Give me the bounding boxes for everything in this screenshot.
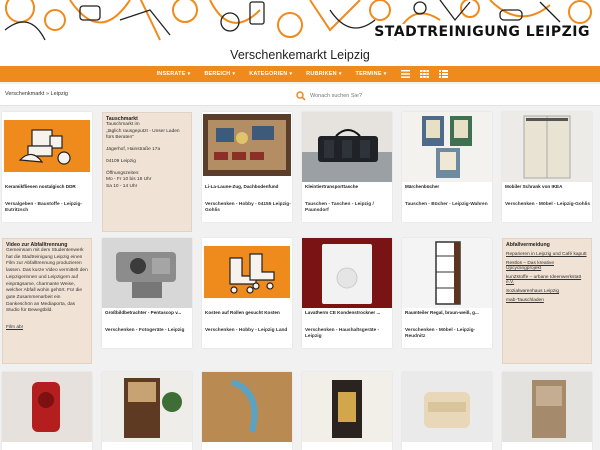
listing-meta: Verschenken - Haushaltsgeräte - Leipzig xyxy=(305,328,380,340)
link-kunzstoffe[interactable]: kunZstoffe – urbane Ideenwerkstatt e.V. xyxy=(506,275,588,285)
listing-image xyxy=(2,112,92,182)
breadcrumb-row: Verschenkmarkt » Leipzig xyxy=(0,84,600,106)
listing-image xyxy=(302,112,392,182)
listing-image xyxy=(102,372,192,442)
nav-label: INSERATE xyxy=(156,71,186,77)
brand-logo-text[interactable]: STADTREINIGUNG LEIPZIG xyxy=(372,24,592,40)
tauschmarkt-text: fürs Beraten" xyxy=(106,135,134,141)
listing-card[interactable]: Lavatherm CE Kondenstrockner ... Versche… xyxy=(302,238,392,348)
link-reparieren[interactable]: Reparieren in Leipzig und Café kaputt xyxy=(506,252,588,257)
listing-image xyxy=(402,112,492,182)
search-box xyxy=(296,89,600,102)
listing-image xyxy=(402,238,492,308)
listing-title: Li-La-Laune-Zug, Dachbodenfund xyxy=(205,184,279,189)
listing-image xyxy=(202,238,292,308)
nav-label: KATEGORIEN xyxy=(249,71,288,77)
caret-down-icon: ▾ xyxy=(289,71,293,77)
caret-down-icon: ▾ xyxy=(232,71,236,77)
listing-card[interactable] xyxy=(502,372,592,450)
listing-meta: Verschenken - Hobby - 04155 Leipzig-Gohl… xyxy=(205,202,291,214)
listing-image xyxy=(2,372,92,442)
listing-image xyxy=(402,372,492,442)
nav-item-bereich[interactable]: BEREICH ▾ xyxy=(199,71,240,77)
link-restlos[interactable]: Restlos – Das kreative Upcyclingprojekt xyxy=(506,261,588,271)
tauschmarkt-address: Jägerhof, Hainstraße 17a xyxy=(106,147,161,153)
caret-down-icon: ▾ xyxy=(338,71,342,77)
nav-label: BEREICH xyxy=(204,71,231,77)
link-mab-tauschladen[interactable]: mab-Tauschladen xyxy=(506,298,588,303)
listing-title: Lavatherm CE Kondenstrockner ... xyxy=(305,310,381,315)
listing-image xyxy=(502,112,592,182)
tauschmarkt-hours: Mo - Fr 10 bis 18 Uhr xyxy=(106,177,152,183)
listing-meta: Tauschen - Bücher - Leipzig-Wahren xyxy=(405,202,488,207)
listing-card[interactable] xyxy=(102,372,192,450)
grid-view-icon[interactable] xyxy=(420,70,430,78)
listing-card[interactable]: Mobiler Schrank von IKEA Verschenken - M… xyxy=(502,112,592,222)
listing-image xyxy=(202,112,292,182)
listing-card[interactable]: Li-La-Laune-Zug, Dachbodenfund Verschenk… xyxy=(202,112,292,222)
tauschmarkt-city: 04109 Leipzig xyxy=(106,158,136,164)
listing-card[interactable] xyxy=(2,372,92,450)
nav-item-rubriken[interactable]: RUBRIKEN ▾ xyxy=(301,71,346,77)
listing-image xyxy=(302,238,392,308)
nav-item-kategorien[interactable]: KATEGORIEN ▾ xyxy=(244,71,297,77)
video-box: Video zur Abfalltrennung Gemeinsam mit d… xyxy=(2,238,92,364)
listing-image xyxy=(202,372,292,442)
listing-card[interactable]: Kosten auf Rollen gesucht Kosten Versche… xyxy=(202,238,292,348)
listing-image xyxy=(102,238,192,308)
listing-card[interactable]: Kleintiertransporttasche Tauschen - Tasc… xyxy=(302,112,392,222)
listing-title: Kosten auf Rollen gesucht Kosten xyxy=(205,310,280,315)
tauschmarkt-text: Tauschmarkt im xyxy=(106,122,140,127)
tauschmarkt-box: Tauschmarkt Tauschmarkt im „täglich raus… xyxy=(102,112,192,232)
site-title-bar: Verschenkemarkt Leipzig xyxy=(0,44,600,66)
nav-label: RUBRIKEN xyxy=(306,71,337,77)
listing-meta: Verschenken - Möbel - Leipzig-Reudnitz xyxy=(405,328,476,340)
nav-item-inserate[interactable]: INSERATE ▾ xyxy=(152,71,196,77)
listing-title: Raumteiler Regal, braun-weiß, g... xyxy=(405,310,479,315)
caret-down-icon: ▾ xyxy=(383,71,387,77)
video-text: Gemeinsam mit dem Studentenwerk hat die … xyxy=(6,248,88,314)
main-nav: INSERATE ▾ BEREICH ▾ KATEGORIEN ▾ RUBRIKEN ▾… xyxy=(0,66,600,82)
listing-card[interactable]: Großbildbetrachter - Pentascop v... Vers… xyxy=(102,238,192,348)
breadcrumb[interactable]: Verschenkmarkt » Leipzig xyxy=(5,91,68,97)
listing-title: Großbildbetrachter - Pentascop v... xyxy=(105,310,182,315)
listing-title: Mobiler Schrank von IKEA xyxy=(505,184,563,189)
listing-card[interactable] xyxy=(302,372,392,450)
listing-meta: Verschenken - Hobby - Leipzig Land xyxy=(205,328,288,333)
search-input[interactable] xyxy=(310,92,590,99)
search-icon[interactable] xyxy=(296,90,306,101)
site-title[interactable]: Verschenkemarkt Leipzig xyxy=(230,48,370,62)
abfallvermeidung-box: Abfallvermeidung Reparieren in Leipzig u… xyxy=(502,238,592,364)
caret-down-icon: ▾ xyxy=(187,71,191,77)
film-ab-link[interactable]: Film ab! xyxy=(6,325,23,330)
list-view-icon[interactable] xyxy=(401,70,411,78)
listing-meta: Tauschen - Taschen - Leipzig / Paunsdorf xyxy=(305,202,374,214)
listing-meta: Verschenken - Möbel - Leipzig-Gohlis xyxy=(505,202,591,207)
abfallvermeidung-title: Abfallvermeidung xyxy=(506,242,550,248)
listing-image xyxy=(502,372,592,442)
listing-meta: Verschenken - Fotogeräte - Leipzig xyxy=(105,328,185,333)
tauschmarkt-hours: Sa 10 - 14 Uhr xyxy=(106,183,138,189)
listing-meta: Versalgeben - Baustoffe - Leipzig-Eutrit… xyxy=(5,202,83,214)
listing-image xyxy=(302,372,392,442)
listing-card[interactable]: Märchenbücher Tauschen - Bücher - Leipzi… xyxy=(402,112,492,222)
listing-card[interactable] xyxy=(202,372,292,450)
list-detail-icon[interactable] xyxy=(439,70,449,78)
listing-title: Keramikfliesen nostalgisch DDR xyxy=(5,184,76,189)
listing-card[interactable]: Keramikfliesen nostalgisch DDR Versalgeb… xyxy=(2,112,92,222)
header-banner: STADTREINIGUNG LEIPZIG xyxy=(0,0,600,44)
listing-title: Märchenbücher xyxy=(405,184,440,189)
nav-item-termine[interactable]: TERMINE ▾ xyxy=(351,71,392,77)
listing-card[interactable]: Raumteiler Regal, braun-weiß, g... Versc… xyxy=(402,238,492,348)
nav-label: TERMINE xyxy=(355,71,382,77)
link-sozialwarenhaus[interactable]: Sozialwarenhaus Leipzig xyxy=(506,289,588,294)
listing-title: Kleintiertransporttasche xyxy=(305,184,359,189)
listing-card[interactable] xyxy=(402,372,492,450)
